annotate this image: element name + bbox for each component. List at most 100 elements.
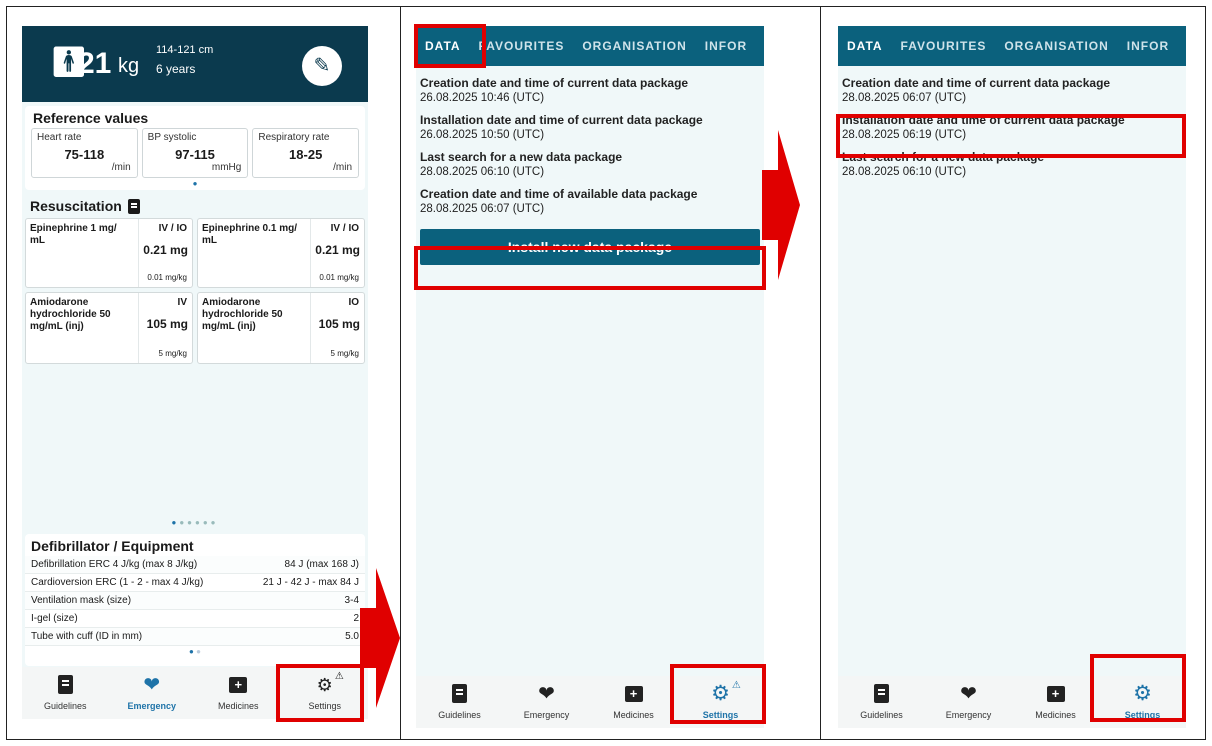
drug-card[interactable]: Amiodarone hydrochloride 50 mg/mL (inj) … <box>25 292 193 364</box>
tab-label: Guidelines <box>43 701 87 711</box>
info-title: Installation date and time of current da… <box>420 113 703 127</box>
tab-information[interactable]: INFOR <box>1118 39 1178 53</box>
patient-header: 🚹︎ 21 kg 114-121 cm 6 years ✎ <box>22 26 368 102</box>
highlight-settings-tab <box>1090 654 1186 722</box>
drug-dose: 105 mg <box>318 317 360 331</box>
arrow-right-icon <box>762 130 800 280</box>
data-info-list: Creation date and time of current data p… <box>416 66 764 217</box>
info-value: 28.08.2025 06:07 (UTC) <box>420 203 545 215</box>
resuscitation-drug-grid: Epinephrine 1 mg/ mL IV / IO 0.21 mg 0.0… <box>22 218 368 364</box>
tab-guidelines[interactable]: Guidelines <box>838 676 925 728</box>
ref-label: Respiratory rate <box>258 132 330 143</box>
resuscitation-header: Resuscitation <box>22 190 368 218</box>
defibrillator-rows: Defibrillation ERC 4 J/kg (max 8 J/kg) 84… <box>25 556 365 646</box>
ref-value: 97-115 <box>175 147 215 162</box>
row-label: Defibrillation ERC 4 J/kg (max 8 J/kg) <box>31 559 198 570</box>
list-item: Creation date and time of current data p… <box>842 76 1186 106</box>
table-row: I-gel (size) 2 <box>25 610 365 628</box>
medicine-box-icon: + <box>624 686 643 702</box>
tab-favourites[interactable]: FAVOURITES <box>892 39 996 53</box>
ref-heart-rate: Heart rate 75-118 /min <box>31 128 138 178</box>
drug-card[interactable]: Epinephrine 1 mg/ mL IV / IO 0.21 mg 0.0… <box>25 218 193 288</box>
settings-data-screen: DATA FAVOURITES ORGANISATION INFOR Creat… <box>416 26 764 728</box>
tab-emergency[interactable]: ❤ Emergency <box>925 676 1012 728</box>
highlight-data-tab <box>414 24 486 68</box>
tab-organisation[interactable]: ORGANISATION <box>995 39 1117 53</box>
tab-emergency[interactable]: ❤ Emergency <box>503 676 590 728</box>
tab-label: Medicines <box>613 710 654 720</box>
table-row: Tube with cuff (ID in mm) 5.0 <box>25 628 365 646</box>
book-icon <box>57 675 73 694</box>
table-row: Defibrillation ERC 4 J/kg (max 8 J/kg) 84… <box>25 556 365 574</box>
drug-name: Epinephrine 1 mg/ mL <box>30 223 117 246</box>
tab-label: Guidelines <box>438 710 481 720</box>
row-label: Tube with cuff (ID in mm) <box>31 631 143 642</box>
reference-values-title: Reference values <box>33 110 149 126</box>
tab-information[interactable]: INFOR <box>696 39 756 53</box>
ref-bp-systolic: BP systolic 97-115 mmHg <box>141 128 249 178</box>
info-value: 28.08.2025 06:07 (UTC) <box>842 92 967 104</box>
settings-top-tabs: DATA FAVOURITES ORGANISATION INFOR <box>838 26 1186 66</box>
table-row: Ventilation mask (size) 3-4 <box>25 592 365 610</box>
tab-medicines[interactable]: + Medicines <box>590 676 677 728</box>
row-label: Ventilation mask (size) <box>31 595 132 606</box>
book-icon <box>452 684 467 703</box>
drug-card[interactable]: Amiodarone hydrochloride 50 mg/mL (inj) … <box>197 292 365 364</box>
info-value: 26.08.2025 10:50 (UTC) <box>420 129 545 141</box>
tab-guidelines[interactable]: Guidelines <box>22 667 109 719</box>
drug-dose: 105 mg <box>146 317 188 331</box>
drug-route: IV <box>177 297 187 308</box>
ref-value: 18-25 <box>289 147 323 162</box>
list-item: Creation date and time of available data… <box>420 187 764 217</box>
drug-per-kg: 0.01 mg/kg <box>147 273 187 282</box>
row-value: 84 J (max 168 J) <box>284 559 359 570</box>
page-indicator-dots[interactable]: ● ● <box>25 646 365 658</box>
book-icon[interactable] <box>127 198 140 214</box>
drug-name: Amiodarone hydrochloride 50 mg/mL (inj) <box>30 297 111 332</box>
row-value: 5.0 <box>345 631 359 642</box>
heartbeat-icon: ❤ <box>960 683 977 705</box>
drug-name: Epinephrine 0.1 mg/ mL <box>202 223 298 246</box>
heartbeat-icon: ❤ <box>538 683 555 705</box>
drug-per-kg: 5 mg/kg <box>330 349 359 358</box>
highlight-settings-tab <box>276 664 364 722</box>
weight-unit: kg <box>118 55 140 77</box>
info-title: Creation date and time of available data… <box>420 187 698 201</box>
ref-unit: mmHg <box>211 162 242 173</box>
drug-route: IV / IO <box>330 223 359 234</box>
age: 6 years <box>156 62 196 76</box>
book-icon <box>874 684 889 703</box>
tab-data[interactable]: DATA <box>838 39 892 53</box>
defibrillator-title: Defibrillator / Equipment <box>31 538 194 554</box>
ref-value: 75-118 <box>64 147 105 162</box>
info-value: 28.08.2025 06:10 (UTC) <box>842 166 967 178</box>
row-value: 21 J - 42 J - max 84 J <box>262 577 359 588</box>
tab-medicines[interactable]: + Medicines <box>1012 676 1099 728</box>
row-label: I-gel (size) <box>31 613 78 624</box>
ref-unit: /min <box>333 162 353 173</box>
row-label: Cardioversion ERC (1 - 2 - max 4 J/kg) <box>31 577 204 588</box>
list-item: Installation date and time of current da… <box>420 113 764 143</box>
carousel-page-indicator[interactable]: ●●●●●● <box>22 518 368 530</box>
info-title: Creation date and time of current data p… <box>842 76 1111 90</box>
edit-patient-button[interactable]: ✎ <box>302 46 342 86</box>
row-value: 2 <box>353 613 359 624</box>
drug-per-kg: 0.01 mg/kg <box>319 273 359 282</box>
height-range: 114-121 cm <box>156 44 214 56</box>
row-value: 3-4 <box>344 595 359 606</box>
drug-card[interactable]: Epinephrine 0.1 mg/ mL IV / IO 0.21 mg 0… <box>197 218 365 288</box>
highlight-settings-tab <box>670 664 766 724</box>
resuscitation-title: Resuscitation <box>30 198 122 214</box>
info-value: 28.08.2025 06:10 (UTC) <box>420 166 545 178</box>
tab-organisation[interactable]: ORGANISATION <box>573 39 695 53</box>
ref-respiratory-rate: Respiratory rate 18-25 /min <box>252 128 360 178</box>
tab-guidelines[interactable]: Guidelines <box>416 676 503 728</box>
tab-emergency[interactable]: ❤ Emergency <box>109 667 196 719</box>
page-indicator-dot[interactable]: ● <box>25 178 365 190</box>
drug-route: IO <box>348 297 359 308</box>
pencil-icon: ✎ <box>313 55 331 77</box>
info-title: Creation date and time of current data p… <box>420 76 689 90</box>
tab-medicines[interactable]: + Medicines <box>195 667 282 719</box>
drug-dose: 0.21 mg <box>143 243 188 257</box>
reference-values-card: Reference values Heart rate 75-118 /min … <box>25 106 365 190</box>
